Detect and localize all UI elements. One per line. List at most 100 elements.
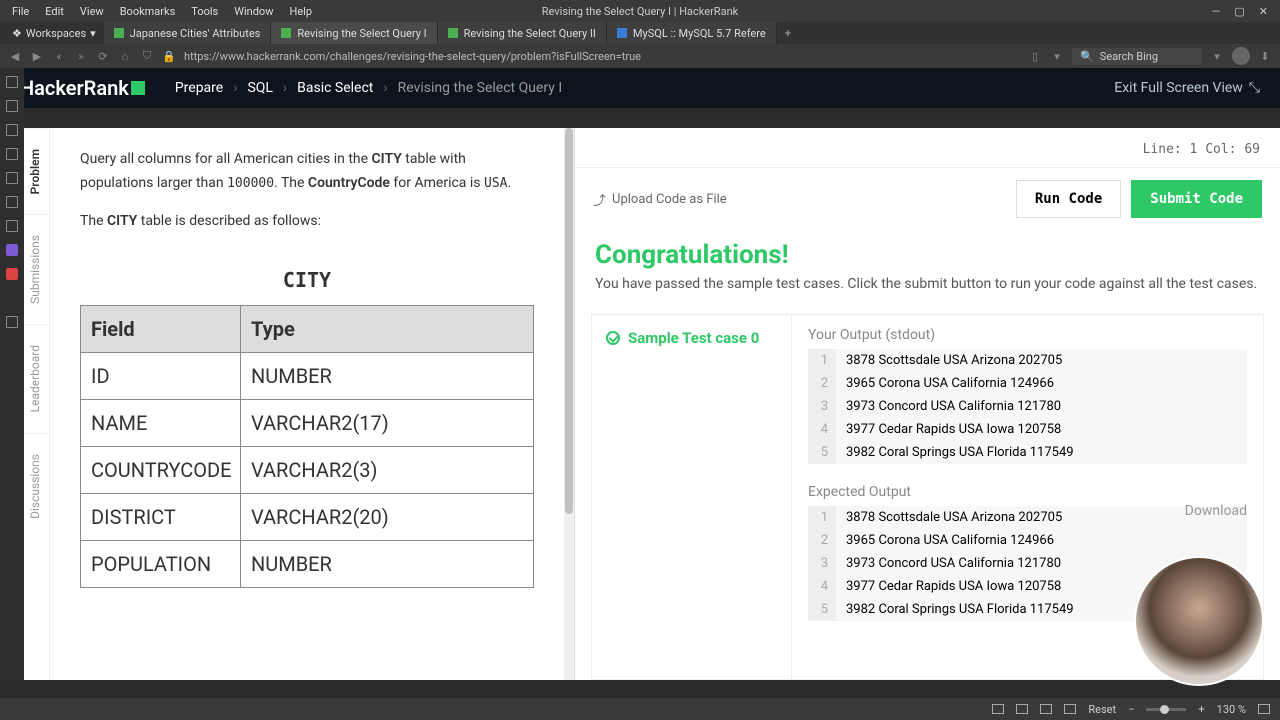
new-tab-button[interactable]: +	[777, 27, 799, 40]
line-number: 2	[808, 529, 836, 552]
line-text: 3977 Cedar Rapids USA Iowa 120758	[836, 575, 1071, 598]
panel-icon[interactable]	[6, 148, 18, 160]
reset-zoom[interactable]: Reset	[1088, 703, 1116, 716]
upload-code-link[interactable]: ⤴ Upload Code as File	[593, 190, 727, 209]
panel-icon[interactable]	[6, 100, 18, 112]
tab-0[interactable]: Japanese Cities' Attributes	[104, 22, 272, 44]
panel-icon[interactable]	[6, 76, 18, 88]
panel-icon[interactable]	[6, 244, 18, 256]
back-button[interactable]: ◀	[8, 50, 22, 63]
breadcrumb-prepare[interactable]: Prepare	[175, 80, 223, 96]
panel-icon[interactable]	[6, 124, 18, 136]
collapse-icon: ⤡	[1249, 80, 1260, 96]
result-subtitle: You have passed the sample test cases. C…	[595, 276, 1260, 292]
download-icon[interactable]: ⬇	[1258, 50, 1272, 63]
line-number: 3	[808, 552, 836, 575]
panel-icon[interactable]	[6, 220, 18, 232]
reload-button[interactable]: ⟳	[96, 50, 110, 63]
avatar[interactable]	[1232, 47, 1250, 65]
menu-file[interactable]: File	[4, 5, 37, 18]
scrollbar[interactable]	[564, 128, 574, 680]
output-line: 33973 Concord USA California 121780	[808, 395, 1247, 418]
action-row: ⤴ Upload Code as File Run Code Submit Co…	[575, 168, 1280, 230]
menu-window[interactable]: Window	[226, 5, 281, 18]
line-number: 5	[808, 441, 836, 464]
workspaces-button[interactable]: ❖ Workspaces ▾	[4, 27, 104, 40]
favicon-icon	[617, 28, 627, 38]
status-icon[interactable]	[1016, 704, 1028, 714]
table-row: DISTRICTVARCHAR2(20)	[81, 493, 533, 540]
tab-submissions[interactable]: Submissions	[24, 214, 49, 324]
status-icon[interactable]	[1064, 704, 1076, 714]
exit-fullscreen-button[interactable]: Exit Full Screen View ⤡	[1114, 80, 1260, 96]
zoom-in-icon[interactable]: +	[1198, 703, 1204, 716]
line-number: 4	[808, 418, 836, 441]
menu-help[interactable]: Help	[281, 5, 320, 18]
forward-button[interactable]: ▶	[30, 50, 44, 63]
bookmark-icon[interactable]: ▯	[1028, 50, 1042, 63]
city-schema-table: CITY Field Type IDNUMBERNAMEVARCHAR2(17)…	[80, 263, 534, 588]
status-icon[interactable]	[992, 704, 1004, 714]
result-banner: Congratulations! You have passed the sam…	[575, 230, 1280, 302]
hackerrank-logo[interactable]: HackerRank	[20, 76, 145, 100]
result-title: Congratulations!	[595, 240, 1260, 270]
table-title: CITY	[80, 263, 534, 297]
shield-icon[interactable]: ⛉	[140, 49, 154, 63]
breadcrumb-current: Revising the Select Query I	[398, 80, 563, 96]
close-icon[interactable]: ✕	[1259, 5, 1268, 18]
workspaces-label: Workspaces	[26, 27, 86, 40]
submit-code-button[interactable]: Submit Code	[1131, 180, 1262, 218]
tab-problem[interactable]: Problem	[24, 128, 49, 214]
zoom-slider[interactable]	[1146, 708, 1186, 711]
editor-cursor-status: Line: 1 Col: 69	[575, 132, 1280, 168]
table-row: POPULATIONNUMBER	[81, 540, 533, 587]
cell: NUMBER	[241, 353, 411, 399]
line-text: 3965 Corona USA California 124966	[836, 529, 1064, 552]
problem-panel: Problem Submissions Leaderboard Discussi…	[24, 128, 574, 680]
rewind-button[interactable]: «	[52, 50, 66, 63]
ffwd-button[interactable]: »	[74, 50, 88, 63]
panel-icon[interactable]	[6, 316, 18, 328]
home-button[interactable]: ⌂	[118, 50, 132, 63]
menu-view[interactable]: View	[72, 5, 112, 18]
status-icon[interactable]	[1040, 704, 1052, 714]
search-icon: 🔍	[1080, 50, 1094, 63]
output-line: 53982 Coral Springs USA Florida 117549	[808, 441, 1247, 464]
line-number: 5	[808, 598, 836, 621]
tab-2[interactable]: Revising the Select Query II	[438, 22, 607, 44]
testcase-0[interactable]: Sample Test case 0	[606, 329, 777, 347]
check-icon	[606, 331, 620, 345]
chevron-down-icon: ▾	[90, 27, 96, 40]
panel-icon[interactable]	[6, 172, 18, 184]
search-box[interactable]: 🔍 Search Bing	[1072, 48, 1202, 65]
url-field[interactable]: https://www.hackerrank.com/challenges/re…	[184, 50, 1020, 63]
status-icon[interactable]	[1258, 704, 1270, 714]
panel-icon[interactable]	[6, 268, 18, 280]
breadcrumb-sql[interactable]: SQL	[247, 80, 272, 96]
zoom-out-icon[interactable]: −	[1128, 703, 1134, 716]
tab-discussions[interactable]: Discussions	[24, 433, 49, 539]
testcase-list: Sample Test case 0	[592, 315, 792, 679]
maximize-icon[interactable]: ▢	[1234, 5, 1244, 18]
menu-edit[interactable]: Edit	[37, 5, 72, 18]
download-link[interactable]: Download	[1185, 503, 1247, 519]
panel-icon[interactable]	[6, 196, 18, 208]
breadcrumb-basic-select[interactable]: Basic Select	[297, 80, 373, 96]
output-line: 13878 Scottsdale USA Arizona 202705	[808, 349, 1247, 372]
menu-tools[interactable]: Tools	[183, 5, 226, 18]
tab-3[interactable]: MySQL :: MySQL 5.7 Refere	[607, 22, 777, 44]
lock-icon: 🔒	[162, 50, 176, 63]
menu-bookmarks[interactable]: Bookmarks	[112, 5, 184, 18]
tab-1[interactable]: Revising the Select Query I	[271, 22, 437, 44]
minimize-icon[interactable]: —	[1212, 5, 1221, 18]
output-line: 23965 Corona USA California 124966	[808, 529, 1247, 552]
tab-label: Revising the Select Query I	[297, 27, 426, 40]
text: 100000	[227, 176, 274, 191]
run-code-button[interactable]: Run Code	[1016, 180, 1121, 218]
cell: NUMBER	[241, 541, 411, 587]
chevron-right-icon: ›	[283, 80, 287, 96]
chevron-down-icon[interactable]: ▾	[1050, 50, 1064, 63]
tab-leaderboard[interactable]: Leaderboard	[24, 324, 49, 432]
chevron-down-icon[interactable]: ▾	[1210, 50, 1224, 63]
cell: ID	[81, 353, 241, 399]
